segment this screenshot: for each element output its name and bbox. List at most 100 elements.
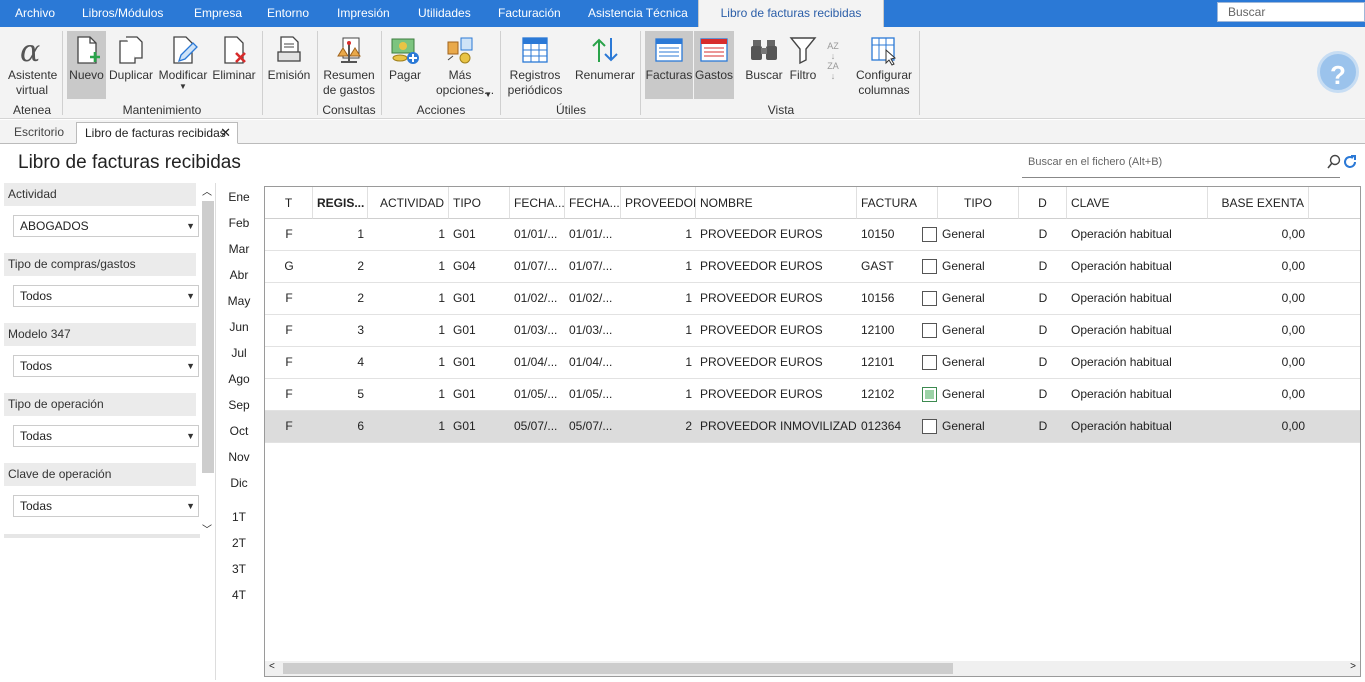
col-header-proveedor[interactable]: PROVEEDOR [621, 187, 696, 219]
menu-impresion[interactable]: Impresión [337, 0, 390, 27]
nuevo-button[interactable]: Nuevo [67, 31, 106, 99]
month-jul[interactable]: Jul [222, 346, 256, 360]
month-oct[interactable]: Oct [222, 424, 256, 438]
menu-entorno[interactable]: Entorno [267, 0, 309, 27]
panel-scroll-thumb[interactable] [202, 201, 214, 473]
table-row[interactable]: F 3 1 G01 01/03/... 01/03/... 1 PROVEEDOR EUROS… [265, 315, 1360, 347]
col-header-nombre[interactable]: NOMBRE [696, 187, 857, 219]
chevron-down-icon[interactable]: ﹀ [202, 521, 212, 536]
month-may[interactable]: May [222, 294, 256, 308]
pagar-button[interactable]: Pagar [386, 31, 424, 99]
quarter-4t[interactable]: 4T [222, 588, 256, 602]
row-checkbox[interactable] [922, 227, 937, 242]
month-abr[interactable]: Abr [222, 268, 256, 282]
filtro-button[interactable]: Filtro [786, 31, 820, 99]
filter-modelo-347-select[interactable]: Todos ▼ [13, 355, 199, 377]
row-checkbox[interactable] [922, 387, 937, 402]
filter-tipo-compras-select[interactable]: Todos ▼ [13, 285, 199, 307]
table-row[interactable]: F 2 1 G01 01/02/... 01/02/... 1 PROVEEDOR EUROS… [265, 283, 1360, 315]
chevron-up-icon[interactable]: ︿ [202, 183, 212, 198]
chevron-down-icon: ▼ [186, 431, 195, 441]
gastos-view-button[interactable]: Gastos [694, 31, 734, 99]
table-row[interactable]: G 2 1 G04 01/07/... 01/07/... 1 PROVEEDOR EUROS… [265, 251, 1360, 283]
tab-escritorio[interactable]: Escritorio [6, 122, 72, 144]
col-header-tipo-2[interactable]: TIPO [938, 187, 1019, 219]
tab-libro-facturas-recibidas[interactable]: Libro de facturas recibidas ✕ [76, 122, 238, 144]
panel-scrollbar[interactable]: ︿ ﹀ [200, 183, 214, 538]
registros-periodicos-button[interactable]: Registros periódicos [505, 31, 565, 99]
col-header-registro[interactable]: REGIS... [313, 187, 368, 219]
month-feb[interactable]: Feb [222, 216, 256, 230]
quarter-3t[interactable]: 3T [222, 562, 256, 576]
search-icon[interactable] [1326, 154, 1342, 170]
col-header-base-exenta[interactable]: BASE EXENTA [1208, 187, 1309, 219]
cell-registro: 1 [357, 227, 364, 241]
emision-button[interactable]: Emisión [266, 31, 312, 99]
month-nov[interactable]: Nov [222, 450, 256, 464]
quarter-2t[interactable]: 2T [222, 536, 256, 550]
configurar-columnas-button[interactable]: Configurar columnas [853, 31, 915, 99]
row-checkbox[interactable] [922, 355, 937, 370]
quarter-1t[interactable]: 1T [222, 510, 256, 524]
table-row[interactable]: F 5 1 G01 01/05/... 01/05/... 1 PROVEEDOR EUROS… [265, 379, 1360, 411]
refresh-icon[interactable] [1342, 154, 1358, 170]
table-row[interactable]: F 6 1 G01 05/07/... 05/07/... 2 PROVEEDOR INMOV… [265, 411, 1360, 443]
renumerar-button[interactable]: Renumerar [574, 31, 636, 99]
help-icon[interactable]: ? [1317, 51, 1359, 93]
modificar-button[interactable]: Modificar ▼ [156, 31, 210, 99]
row-checkbox[interactable] [922, 259, 937, 274]
sort-button[interactable]: AZ ↓ ZA ↓ [822, 31, 844, 99]
sort-arrow-icon: ↓ [830, 51, 836, 61]
col-header-fecha-2[interactable]: FECHA... [565, 187, 621, 219]
col-header-tipo[interactable]: TIPO [449, 187, 510, 219]
eliminar-button[interactable]: Eliminar [212, 31, 256, 99]
horizontal-scrollbar[interactable]: < > [265, 661, 1360, 676]
ribbon-separator [317, 31, 318, 115]
row-checkbox[interactable] [922, 323, 937, 338]
col-header-d[interactable]: D [1019, 187, 1067, 219]
col-header-factura[interactable]: FACTURA [857, 187, 938, 219]
resumen-gastos-button[interactable]: Resumen de gastos [320, 31, 378, 99]
menu-utilidades[interactable]: Utilidades [418, 0, 471, 27]
facturas-view-button[interactable]: Facturas [645, 31, 693, 99]
menu-facturacion[interactable]: Facturación [498, 0, 561, 27]
file-search-input[interactable]: Buscar en el fichero (Alt+B) [1022, 150, 1342, 178]
menu-empresa[interactable]: Empresa [194, 0, 242, 27]
buscar-button[interactable]: Buscar [744, 31, 784, 99]
month-sep[interactable]: Sep [222, 398, 256, 412]
buscar-label: Buscar [745, 68, 783, 82]
cell-tipo-2: General [942, 323, 985, 337]
cell-clave: Operación habitual [1071, 355, 1172, 369]
cell-actividad: 1 [438, 355, 445, 369]
month-jun[interactable]: Jun [222, 320, 256, 334]
month-mar[interactable]: Mar [222, 242, 256, 256]
col-header-clave[interactable]: CLAVE [1067, 187, 1208, 219]
chevron-left-icon[interactable]: < [269, 661, 275, 672]
close-icon[interactable]: ✕ [220, 123, 231, 143]
table-row[interactable]: F 1 1 G01 01/01/... 01/01/... 1 PROVEEDOR EUROS… [265, 219, 1360, 251]
row-checkbox[interactable] [922, 291, 937, 306]
menu-libro-facturas-recibidas[interactable]: Libro de facturas recibidas [698, 0, 884, 27]
top-search-input[interactable]: Buscar [1217, 2, 1365, 22]
asistente-virtual-button[interactable]: α Asistente virtual [4, 31, 60, 99]
duplicar-button[interactable]: Duplicar [108, 31, 154, 99]
col-header-t[interactable]: T [265, 187, 313, 219]
filter-tipo-operacion-select[interactable]: Todas ▼ [13, 425, 199, 447]
filter-clave-operacion-select[interactable]: Todas ▼ [13, 495, 199, 517]
filter-actividad-select[interactable]: ABOGADOS ▼ [13, 215, 199, 237]
month-ago[interactable]: Ago [222, 372, 256, 386]
mas-opciones-button[interactable]: Más opciones... ▼ [426, 31, 494, 99]
row-checkbox[interactable] [922, 419, 937, 434]
menu-asistencia-tecnica[interactable]: Asistencia Técnica [588, 0, 688, 27]
month-dic[interactable]: Dic [222, 476, 256, 490]
col-header-actividad[interactable]: ACTIVIDAD [368, 187, 449, 219]
table-row[interactable]: F 4 1 G01 01/04/... 01/04/... 1 PROVEEDOR EUROS… [265, 347, 1360, 379]
chevron-right-icon[interactable]: > [1350, 661, 1356, 672]
horizontal-scroll-thumb[interactable] [283, 663, 953, 674]
month-ene[interactable]: Ene [222, 190, 256, 204]
cell-registro: 2 [357, 259, 364, 273]
col-header-fecha-1[interactable]: FECHA... [510, 187, 565, 219]
menu-archivo[interactable]: Archivo [15, 0, 55, 27]
cell-proveedor: 1 [685, 323, 692, 337]
menu-libros-modulos[interactable]: Libros/Módulos [82, 0, 163, 27]
